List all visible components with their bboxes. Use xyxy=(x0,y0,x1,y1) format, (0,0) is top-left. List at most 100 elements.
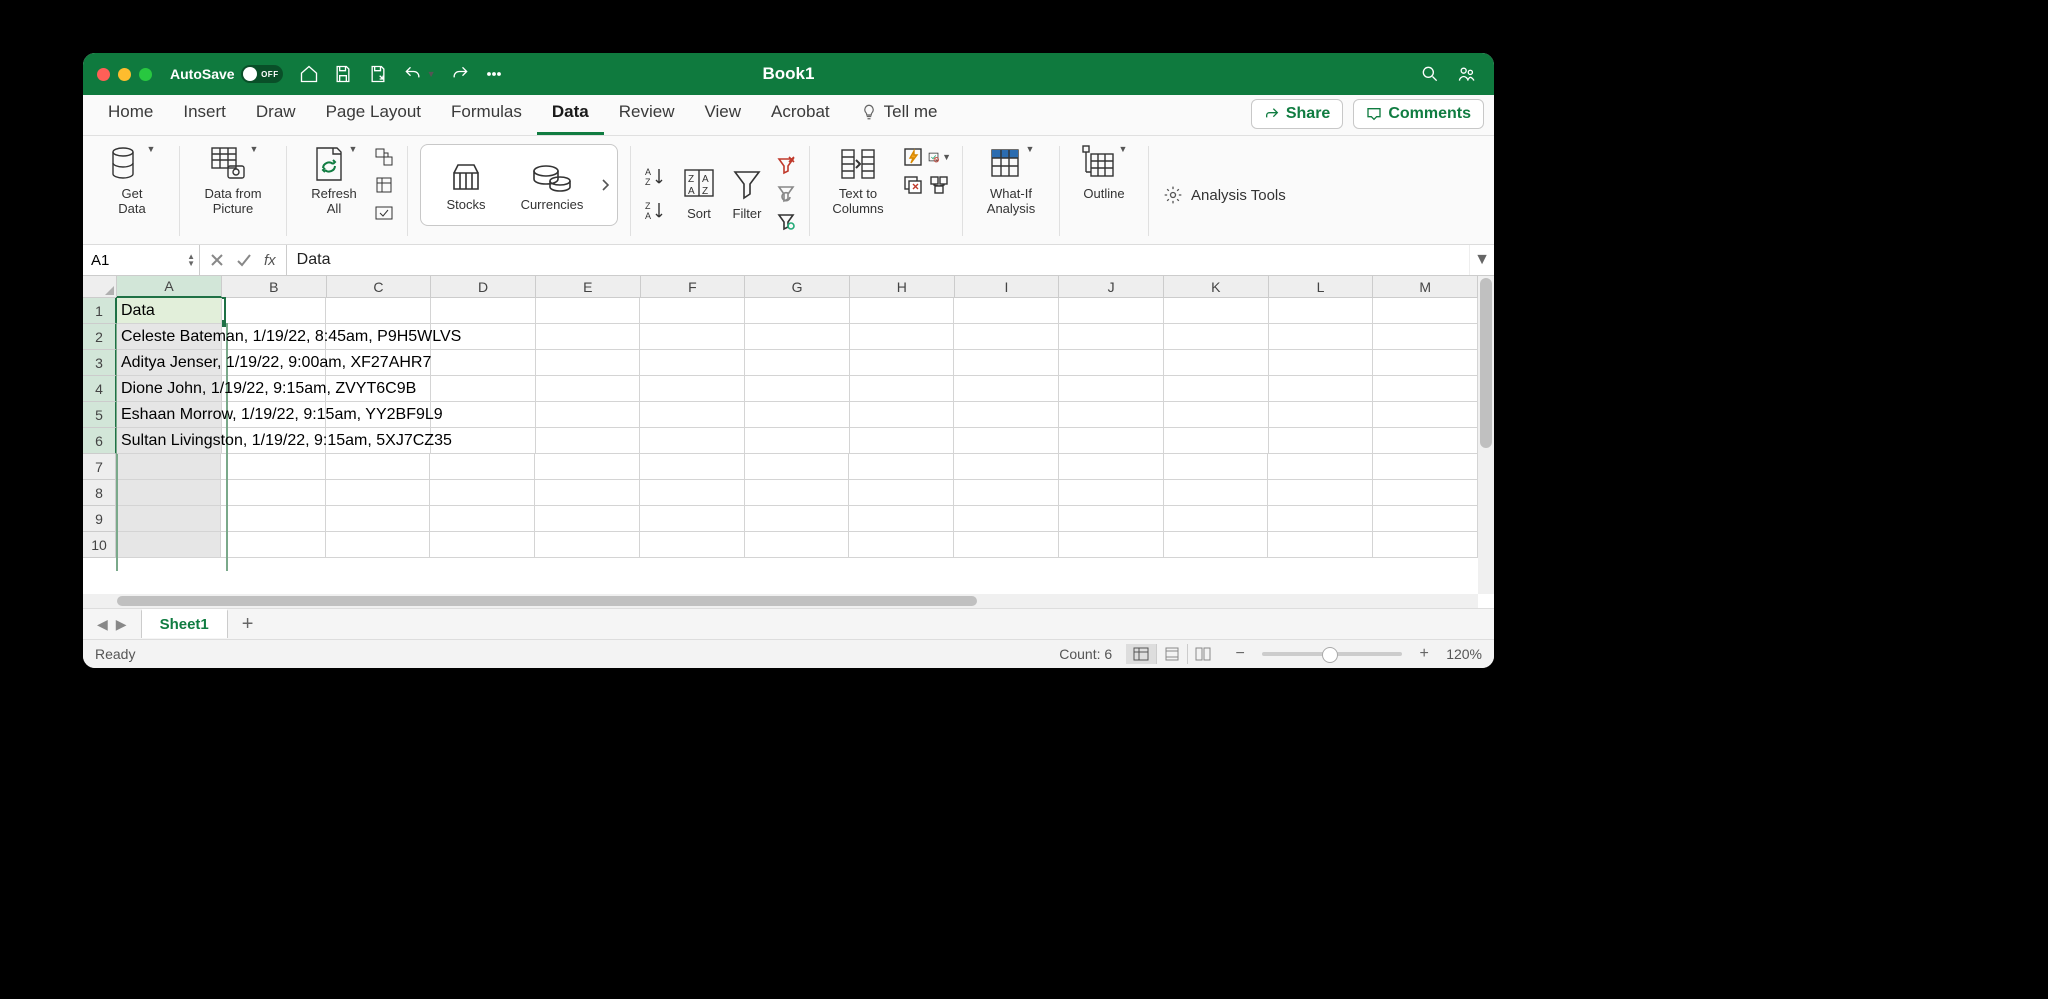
cell-E5[interactable] xyxy=(536,402,641,428)
cell-B10[interactable] xyxy=(221,532,326,558)
cell-H10[interactable] xyxy=(849,532,954,558)
sort-asc-icon[interactable]: AZ xyxy=(643,165,667,189)
cell-D5[interactable] xyxy=(431,402,536,428)
cell-I7[interactable] xyxy=(954,454,1059,480)
cell-G7[interactable] xyxy=(745,454,850,480)
cell-C1[interactable] xyxy=(326,298,431,324)
search-icon[interactable] xyxy=(1420,64,1440,84)
vertical-scrollbar[interactable] xyxy=(1478,276,1494,594)
advanced-filter-icon[interactable] xyxy=(775,210,797,232)
row-header-5[interactable]: 5 xyxy=(83,402,117,428)
flash-fill-icon[interactable] xyxy=(902,146,924,168)
edit-links-icon[interactable] xyxy=(373,202,395,224)
cell-A7[interactable] xyxy=(116,454,221,480)
cell-L2[interactable] xyxy=(1269,324,1374,350)
cell-B8[interactable] xyxy=(221,480,326,506)
cell-J7[interactable] xyxy=(1059,454,1164,480)
consolidate-icon[interactable] xyxy=(928,174,950,196)
column-header-E[interactable]: E xyxy=(536,276,641,298)
chevron-down-icon[interactable]: ▼ xyxy=(427,69,436,79)
cell-C7[interactable] xyxy=(326,454,431,480)
cell-I3[interactable] xyxy=(954,350,1059,376)
cell-C8[interactable] xyxy=(326,480,431,506)
clear-filter-icon[interactable] xyxy=(775,154,797,176)
column-header-D[interactable]: D xyxy=(431,276,536,298)
share-button[interactable]: Share xyxy=(1251,99,1343,129)
cell-A5[interactable]: Eshaan Morrow, 1/19/22, 9:15am, YY2BF9L9 xyxy=(117,402,222,428)
row-header-8[interactable]: 8 xyxy=(83,480,116,506)
properties-icon[interactable] xyxy=(373,174,395,196)
column-header-M[interactable]: M xyxy=(1373,276,1478,298)
cell-E1[interactable] xyxy=(536,298,641,324)
cell-B1[interactable] xyxy=(222,298,327,324)
cell-E7[interactable] xyxy=(535,454,640,480)
cell-A4[interactable]: Dione John, 1/19/22, 9:15am, ZVYT6C9B xyxy=(117,376,222,402)
sheet-tab-active[interactable]: Sheet1 xyxy=(141,609,228,638)
fx-icon[interactable]: fx xyxy=(264,252,276,269)
column-header-C[interactable]: C xyxy=(327,276,432,298)
row-header-4[interactable]: 4 xyxy=(83,376,117,402)
cell-G3[interactable] xyxy=(745,350,850,376)
cell-E8[interactable] xyxy=(535,480,640,506)
autosave-toggle[interactable]: AutoSave OFF xyxy=(170,65,283,83)
column-header-G[interactable]: G xyxy=(745,276,850,298)
analysis-tools-button[interactable]: Analysis Tools xyxy=(1153,140,1296,242)
close-button[interactable] xyxy=(97,68,110,81)
cell-I4[interactable] xyxy=(954,376,1059,402)
cell-M5[interactable] xyxy=(1373,402,1478,428)
cell-F7[interactable] xyxy=(640,454,745,480)
cell-D3[interactable] xyxy=(431,350,536,376)
cell-E10[interactable] xyxy=(535,532,640,558)
cell-J3[interactable] xyxy=(1059,350,1164,376)
cell-A1[interactable]: Data xyxy=(117,298,222,324)
save-as-icon[interactable] xyxy=(367,64,389,84)
data-validation-icon[interactable]: ▼ xyxy=(928,146,950,168)
what-if-button[interactable]: ▼ What-If Analysis xyxy=(975,142,1047,216)
cell-A9[interactable] xyxy=(116,506,221,532)
cell-J6[interactable] xyxy=(1059,428,1164,454)
cell-F8[interactable] xyxy=(640,480,745,506)
stocks-button[interactable]: Stocks xyxy=(423,159,509,212)
tab-draw[interactable]: Draw xyxy=(241,92,311,135)
cell-H2[interactable] xyxy=(850,324,955,350)
column-header-A[interactable]: A xyxy=(117,276,222,298)
cell-H8[interactable] xyxy=(849,480,954,506)
filter-button[interactable]: Filter xyxy=(723,162,771,221)
column-header-J[interactable]: J xyxy=(1059,276,1164,298)
cell-J8[interactable] xyxy=(1059,480,1164,506)
row-header-9[interactable]: 9 xyxy=(83,506,116,532)
row-header-10[interactable]: 10 xyxy=(83,532,116,558)
cell-H3[interactable] xyxy=(850,350,955,376)
cell-L4[interactable] xyxy=(1269,376,1374,402)
cell-M7[interactable] xyxy=(1373,454,1478,480)
row-header-1[interactable]: 1 xyxy=(83,298,117,324)
cell-F4[interactable] xyxy=(640,376,745,402)
zoom-slider-thumb[interactable] xyxy=(1322,647,1338,663)
cell-K1[interactable] xyxy=(1164,298,1269,324)
cell-F3[interactable] xyxy=(640,350,745,376)
cell-G10[interactable] xyxy=(745,532,850,558)
cell-K4[interactable] xyxy=(1164,376,1269,402)
cell-J9[interactable] xyxy=(1059,506,1164,532)
cell-K5[interactable] xyxy=(1164,402,1269,428)
cell-L8[interactable] xyxy=(1268,480,1373,506)
cell-F6[interactable] xyxy=(640,428,745,454)
cell-A8[interactable] xyxy=(116,480,221,506)
tab-review[interactable]: Review xyxy=(604,92,690,135)
row-header-6[interactable]: 6 xyxy=(83,428,117,454)
add-sheet-button[interactable]: + xyxy=(242,613,254,636)
cell-L9[interactable] xyxy=(1268,506,1373,532)
cell-F1[interactable] xyxy=(640,298,745,324)
cell-A6[interactable]: Sultan Livingston, 1/19/22, 9:15am, 5XJ7… xyxy=(117,428,222,454)
cell-I5[interactable] xyxy=(954,402,1059,428)
cell-F2[interactable] xyxy=(640,324,745,350)
cell-M9[interactable] xyxy=(1373,506,1478,532)
cell-A10[interactable] xyxy=(116,532,221,558)
cell-D10[interactable] xyxy=(430,532,535,558)
text-to-columns-button[interactable]: Text to Columns xyxy=(822,142,894,216)
cell-F9[interactable] xyxy=(640,506,745,532)
cell-K9[interactable] xyxy=(1164,506,1269,532)
cell-M10[interactable] xyxy=(1373,532,1478,558)
zoom-in-button[interactable]: + xyxy=(1416,645,1432,663)
cell-K8[interactable] xyxy=(1164,480,1269,506)
